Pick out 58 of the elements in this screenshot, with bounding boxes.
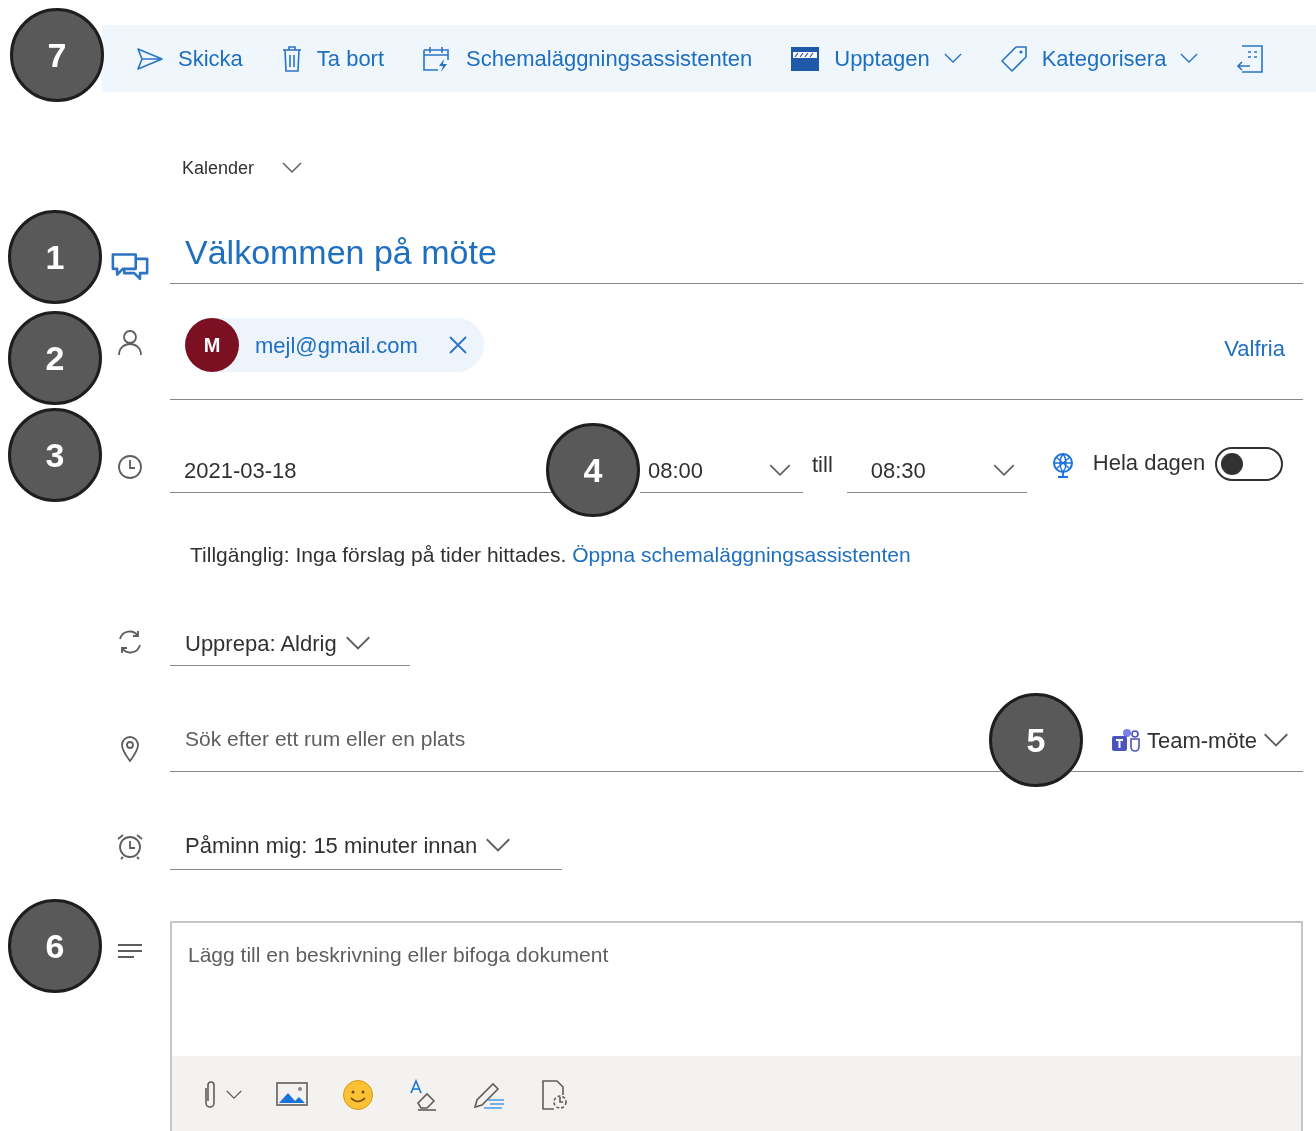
toolbar-button[interactable]: Ta bort <box>280 42 385 75</box>
repeat-dropdown[interactable]: Upprepa: Aldrig <box>170 622 410 666</box>
toolbar-button[interactable] <box>1236 43 1265 74</box>
chevron-down-icon <box>282 162 303 174</box>
all-day-label: Hela dagen <box>1092 449 1206 477</box>
alarm-clock-icon <box>116 832 144 860</box>
callout-number: 1 <box>8 210 102 304</box>
date-field[interactable]: 2021-03-18 <box>170 449 540 493</box>
image-icon[interactable] <box>276 1082 308 1109</box>
document-icon <box>1236 43 1265 74</box>
callout-number: 7 <box>10 8 104 102</box>
chevron-down-icon <box>769 464 791 477</box>
teams-meeting-dropdown[interactable]: Team-möte <box>1110 724 1289 757</box>
chevron-down-icon <box>1180 53 1199 64</box>
smiley-icon[interactable] <box>342 1079 374 1112</box>
send-icon <box>136 46 164 71</box>
status-icon <box>790 45 821 72</box>
toolbar-button[interactable]: Skicka <box>136 42 243 75</box>
attendee-chip[interactable]: M mejl@gmail.com <box>185 318 484 372</box>
callout-number: 6 <box>8 899 102 993</box>
document-icon[interactable] <box>540 1079 570 1112</box>
paperclip-icon[interactable] <box>202 1080 218 1111</box>
end-time-dropdown[interactable]: 08:30 <box>846 449 1027 493</box>
description-field[interactable]: Lägg till en beskrivning eller bifoga dokument <box>188 939 1301 969</box>
trash-icon <box>280 44 303 73</box>
callout-number: 5 <box>989 693 1083 787</box>
tag-icon <box>999 44 1028 73</box>
optional-link[interactable]: Valfria <box>1224 332 1285 365</box>
pencil-icon[interactable] <box>472 1080 506 1111</box>
avatar: M <box>185 318 239 372</box>
chevron-down-icon <box>485 838 512 853</box>
title-field[interactable]: Välkommen på möte <box>185 227 1303 278</box>
all-day-toggle[interactable] <box>1215 447 1284 481</box>
start-time-dropdown[interactable]: 08:00 <box>640 449 803 493</box>
toolbar-button[interactable]: Upptagen <box>790 42 962 75</box>
chevron-down-icon <box>226 1090 242 1101</box>
scheduling-assistant-link[interactable]: Öppna schemaläggningsassistenten <box>572 543 911 566</box>
email-address: mejl@gmail.com <box>255 331 418 360</box>
teams-icon <box>1110 727 1141 754</box>
toolbar-button[interactable]: Kategorisera <box>999 42 1199 75</box>
description-editor[interactable]: Lägg till en beskrivning eller bifoga dokument <box>170 921 1303 1131</box>
chevron-down-icon <box>1263 733 1289 748</box>
callout-number: 3 <box>8 408 102 502</box>
chevron-down-icon <box>992 464 1015 477</box>
calendar-dropdown[interactable]: Kalender <box>182 154 303 182</box>
availability-text: Tillgänglig: Inga förslag på tider hittades. <box>190 543 567 566</box>
refresh-icon <box>116 628 144 656</box>
reminder-dropdown[interactable]: Påminn mig: 15 minuter innan <box>170 822 562 870</box>
clock-icon <box>116 453 144 481</box>
till-label: till <box>812 451 833 479</box>
person-icon <box>116 328 144 356</box>
eraser-icon[interactable] <box>408 1079 438 1112</box>
close-icon[interactable] <box>447 335 468 355</box>
chevron-down-icon <box>344 636 371 651</box>
callout-number: 2 <box>8 311 102 405</box>
chevron-down-icon <box>943 53 962 64</box>
callout-number: 4 <box>546 423 640 517</box>
toolbar-button[interactable]: Schemaläggningsassistenten <box>422 42 753 75</box>
